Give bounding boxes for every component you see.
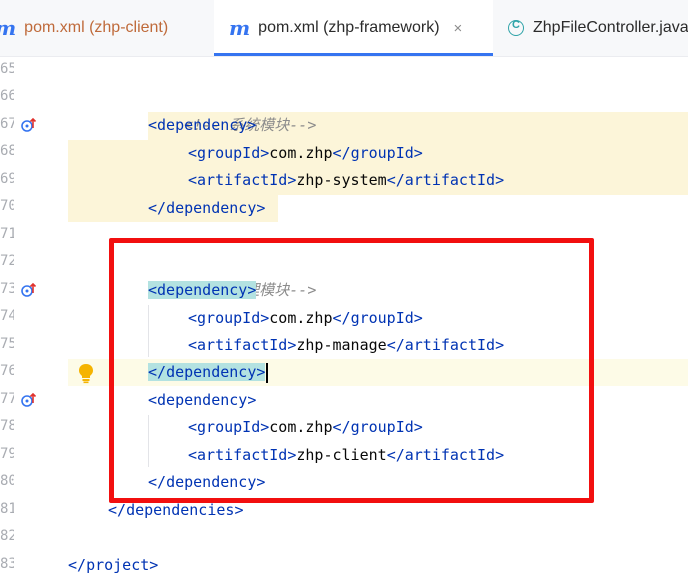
xml-tag: dependency [157,116,248,134]
line-number: 81 [0,501,14,517]
lightbulb-icon[interactable] [77,362,95,384]
line-number: 78 [0,418,14,434]
implemented-marker-icon[interactable] [20,391,38,409]
code-line: </project> [68,556,159,574]
xml-tag: groupId [350,144,414,162]
code-line: </dependency> [148,199,266,217]
implemented-marker-icon[interactable] [20,116,38,134]
xml-value: com.zhp [269,144,333,162]
maven-icon: m [0,16,16,40]
tab-label: pom.xml (zhp-framework) [258,19,440,36]
line-number: 77 [0,391,14,407]
line-number: 82 [0,528,14,544]
code-line: <dependency> [148,116,257,134]
close-icon[interactable]: × [454,20,463,37]
code-line: <groupId>com.zhp</groupId> [188,144,423,162]
line-number: 65 [0,61,14,77]
xml-tag: artifactId [197,171,288,189]
line-number: 75 [0,336,14,352]
xml-value: zhp-system [296,171,387,189]
code-line: <artifactId>zhp-system</artifactId> [188,171,505,189]
line-number: 73 [0,281,14,297]
xml-tag: dependency [166,199,257,217]
xml-tag: dependencies [126,501,235,519]
class-icon [508,19,524,36]
line-number: 72 [0,253,14,269]
line-number: 74 [0,308,14,324]
line-number: 83 [0,556,14,572]
implemented-marker-icon[interactable] [20,281,38,299]
maven-icon: m [229,16,251,40]
line-number: 66 [0,88,14,104]
annotation-highlight-box [109,238,594,503]
line-number: 79 [0,446,14,462]
xml-tag: artifactId [404,171,496,189]
line-number: 80 [0,473,14,489]
tab-label: ZhpFileController.java [533,19,688,36]
line-number: 68 [0,143,14,159]
line-number: 71 [0,226,14,242]
tab-pom-zhp-client[interactable]: m pom.xml (zhp-client) [0,0,205,56]
tab-zhp-file-controller[interactable]: ZhpFileController.java [508,0,688,56]
tab-pom-zhp-framework[interactable]: m pom.xml (zhp-framework) × [214,0,493,56]
xml-tag: groupId [197,144,261,162]
editor-gutter: 65 66 67 68 69 70 71 72 73 74 75 76 77 7… [0,57,68,584]
line-number: 69 [0,171,14,187]
code-line: <!-- 系统模块--> [148,85,316,134]
xml-tag: project [86,556,150,574]
line-number: 76 [0,363,14,379]
line-number: 70 [0,198,14,214]
editor-tab-bar: m pom.xml (zhp-client) m pom.xml (zhp-fr… [0,0,688,57]
line-number: 67 [0,116,14,132]
tab-label: pom.xml (zhp-client) [24,19,169,36]
